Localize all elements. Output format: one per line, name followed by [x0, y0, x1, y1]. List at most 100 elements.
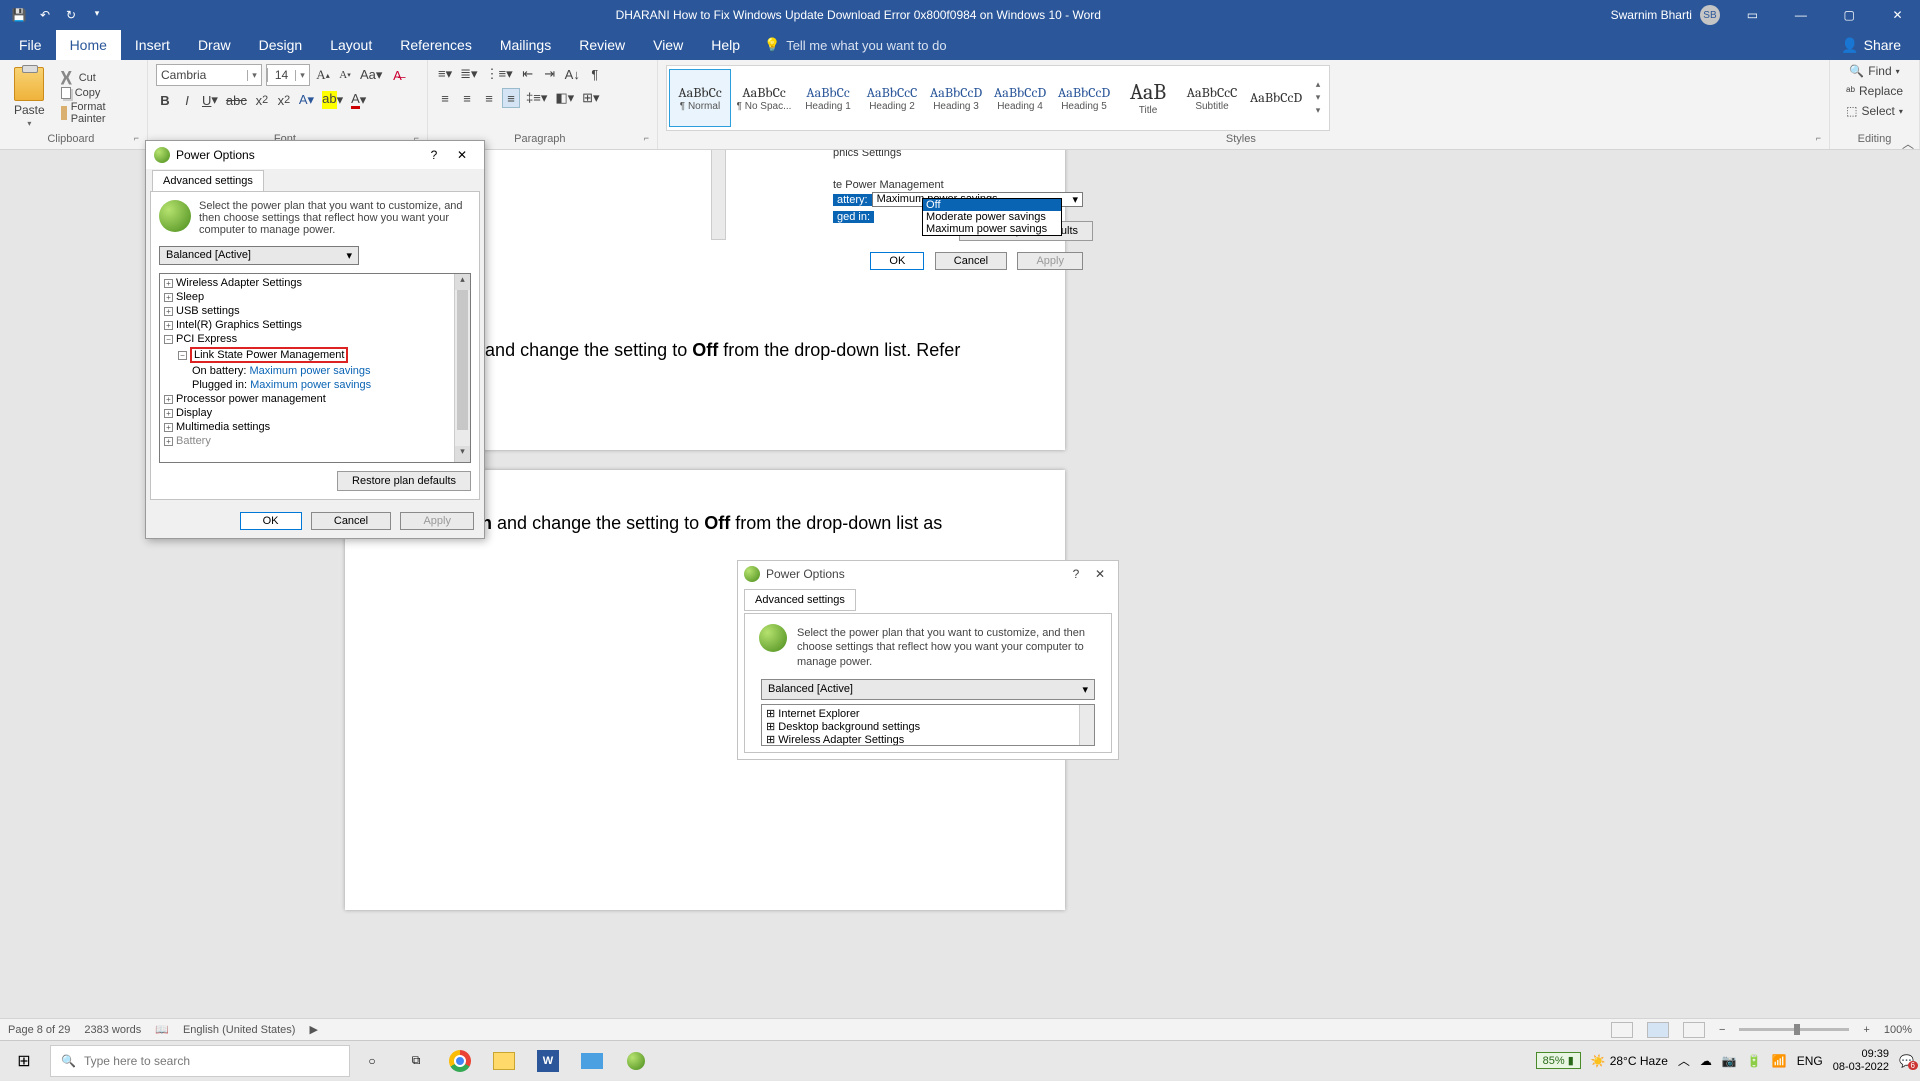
ok-button[interactable]: OK — [240, 512, 302, 530]
dialog-help-button[interactable]: ? — [420, 148, 448, 162]
grow-font-button[interactable]: A▴ — [314, 65, 332, 85]
power-icon[interactable] — [614, 1041, 658, 1081]
zoom-in-button[interactable]: + — [1863, 1024, 1869, 1036]
underline-button[interactable]: U▾ — [200, 90, 220, 110]
language-indicator[interactable]: English (United States) — [183, 1024, 296, 1036]
justify-button[interactable]: ≡ — [502, 88, 520, 108]
language-tray[interactable]: ENG — [1797, 1054, 1823, 1068]
styles-gallery[interactable]: AaBbCc¶ NormalAaBbCc¶ No Spac...AaBbCcHe… — [666, 65, 1330, 131]
borders-button[interactable]: ⊞▾ — [580, 88, 601, 108]
font-size-box[interactable]: 14▾ — [266, 64, 310, 86]
italic-button[interactable]: I — [178, 90, 196, 110]
shading-button[interactable]: ◧▾ — [553, 88, 576, 108]
zoom-slider[interactable] — [1739, 1028, 1849, 1031]
style-heading-5[interactable]: AaBbCcDHeading 5 — [1053, 69, 1115, 127]
tray-chevron-icon[interactable]: ︿ — [1678, 1052, 1690, 1069]
maximize-icon[interactable]: ▢ — [1827, 8, 1872, 22]
tab-home[interactable]: Home — [56, 30, 121, 60]
tab-review[interactable]: Review — [565, 30, 639, 60]
print-layout-button[interactable] — [1647, 1022, 1669, 1038]
tree-item[interactable]: +USB settings — [164, 304, 466, 318]
style-heading-4[interactable]: AaBbCcDHeading 4 — [989, 69, 1051, 127]
tell-me[interactable]: 💡 Tell me what you want to do — [764, 37, 947, 53]
undo-icon[interactable]: ↶ — [36, 8, 54, 22]
settings-icon[interactable] — [570, 1041, 614, 1081]
strike-button[interactable]: abc — [224, 90, 249, 110]
cortana-icon[interactable]: ○ — [350, 1041, 394, 1081]
styles-launcher-icon[interactable]: ⌐ — [1816, 133, 1821, 143]
macro-icon[interactable]: ▶ — [309, 1023, 317, 1036]
tree-item[interactable]: On battery: Maximum power savings — [164, 364, 466, 378]
paste-button[interactable]: Paste ▾ — [8, 65, 51, 130]
zoom-level[interactable]: 100% — [1884, 1024, 1912, 1036]
notifications-icon[interactable]: 💬6 — [1899, 1054, 1914, 1068]
zoom-out-button[interactable]: − — [1719, 1024, 1725, 1036]
tab-mailings[interactable]: Mailings — [486, 30, 565, 60]
bullets-button[interactable]: ≡▾ — [436, 64, 454, 84]
tab-view[interactable]: View — [639, 30, 697, 60]
tab-draw[interactable]: Draw — [184, 30, 245, 60]
word-icon[interactable]: W — [526, 1041, 570, 1081]
styles-more-button[interactable]: ▴▾▾ — [1309, 79, 1327, 116]
clear-format-button[interactable]: A̶ — [388, 65, 406, 85]
format-painter-button[interactable]: Format Painter — [61, 101, 139, 125]
ribbon-options-icon[interactable]: ▭ — [1730, 8, 1775, 22]
tab-design[interactable]: Design — [245, 30, 317, 60]
battery-tray-icon[interactable]: 🔋 — [1747, 1054, 1762, 1068]
indent-left-button[interactable]: ⇤ — [519, 64, 537, 84]
tree-item[interactable]: −Link State Power Management — [164, 346, 466, 364]
tab-layout[interactable]: Layout — [316, 30, 386, 60]
subscript-button[interactable]: x2 — [253, 90, 271, 110]
spellcheck-icon[interactable]: 📖 — [155, 1023, 169, 1036]
avatar[interactable]: SB — [1700, 5, 1720, 25]
change-case-button[interactable]: Aa▾ — [358, 65, 384, 85]
style-heading-1[interactable]: AaBbCcHeading 1 — [797, 69, 859, 127]
minimize-icon[interactable]: — — [1778, 8, 1823, 22]
tab-help[interactable]: Help — [697, 30, 754, 60]
style-item[interactable]: AaBbCcD — [1245, 69, 1307, 127]
scroll-up-icon[interactable]: ▴ — [455, 274, 470, 290]
plan-dropdown[interactable]: Balanced [Active]▾ — [159, 246, 359, 265]
settings-tree[interactable]: +Wireless Adapter Settings+Sleep+USB set… — [159, 273, 471, 463]
align-right-button[interactable]: ≡ — [480, 88, 498, 108]
tab-insert[interactable]: Insert — [121, 30, 184, 60]
tree-scrollbar[interactable]: ▴ ▾ — [454, 274, 470, 462]
align-left-button[interactable]: ≡ — [436, 88, 454, 108]
line-spacing-button[interactable]: ‡≡▾ — [524, 88, 549, 108]
shrink-font-button[interactable]: A▾ — [336, 65, 354, 85]
style-heading-3[interactable]: AaBbCcDHeading 3 — [925, 69, 987, 127]
tree-item[interactable]: +Sleep — [164, 290, 466, 304]
weather-widget[interactable]: ☀️28°C Haze — [1591, 1054, 1668, 1068]
task-view-icon[interactable]: ⧉ — [394, 1041, 438, 1081]
tree-item[interactable]: +Wireless Adapter Settings — [164, 276, 466, 290]
restore-defaults-button[interactable]: Restore plan defaults — [337, 471, 471, 491]
tree-item[interactable]: −PCI Express — [164, 332, 466, 346]
cancel-button[interactable]: Cancel — [311, 512, 391, 530]
sort-button[interactable]: A↓ — [563, 64, 582, 84]
multilevel-button[interactable]: ⋮≡▾ — [484, 64, 515, 84]
save-icon[interactable]: 💾 — [10, 8, 28, 22]
dialog-tab[interactable]: Advanced settings — [152, 170, 264, 192]
style-subtitle[interactable]: AaBbCcCSubtitle — [1181, 69, 1243, 127]
apply-button[interactable]: Apply — [400, 512, 474, 530]
share-button[interactable]: 👤 Share — [1841, 37, 1915, 54]
bold-button[interactable]: B — [156, 90, 174, 110]
web-layout-button[interactable] — [1683, 1022, 1705, 1038]
style-heading-2[interactable]: AaBbCcCHeading 2 — [861, 69, 923, 127]
numbering-button[interactable]: ≣▾ — [458, 64, 479, 84]
word-count[interactable]: 2383 words — [84, 1024, 141, 1036]
scroll-thumb[interactable] — [457, 290, 468, 430]
font-color-button[interactable]: A▾ — [349, 90, 368, 110]
find-button[interactable]: 🔍Find▾ — [1849, 64, 1899, 78]
read-mode-button[interactable] — [1611, 1022, 1633, 1038]
tree-item[interactable]: +Battery — [164, 434, 466, 448]
cut-button[interactable]: Cut — [61, 71, 139, 85]
battery-widget[interactable]: 85% ▮ — [1536, 1052, 1581, 1069]
copy-button[interactable]: Copy — [61, 87, 139, 99]
page-indicator[interactable]: Page 8 of 29 — [8, 1024, 70, 1036]
close-icon[interactable]: ✕ — [1875, 8, 1920, 22]
tree-item[interactable]: +Intel(R) Graphics Settings — [164, 318, 466, 332]
start-button[interactable]: ⊞ — [0, 1041, 48, 1081]
style-title[interactable]: AaBTitle — [1117, 69, 1179, 127]
search-input[interactable]: 🔍 Type here to search — [50, 1045, 350, 1077]
